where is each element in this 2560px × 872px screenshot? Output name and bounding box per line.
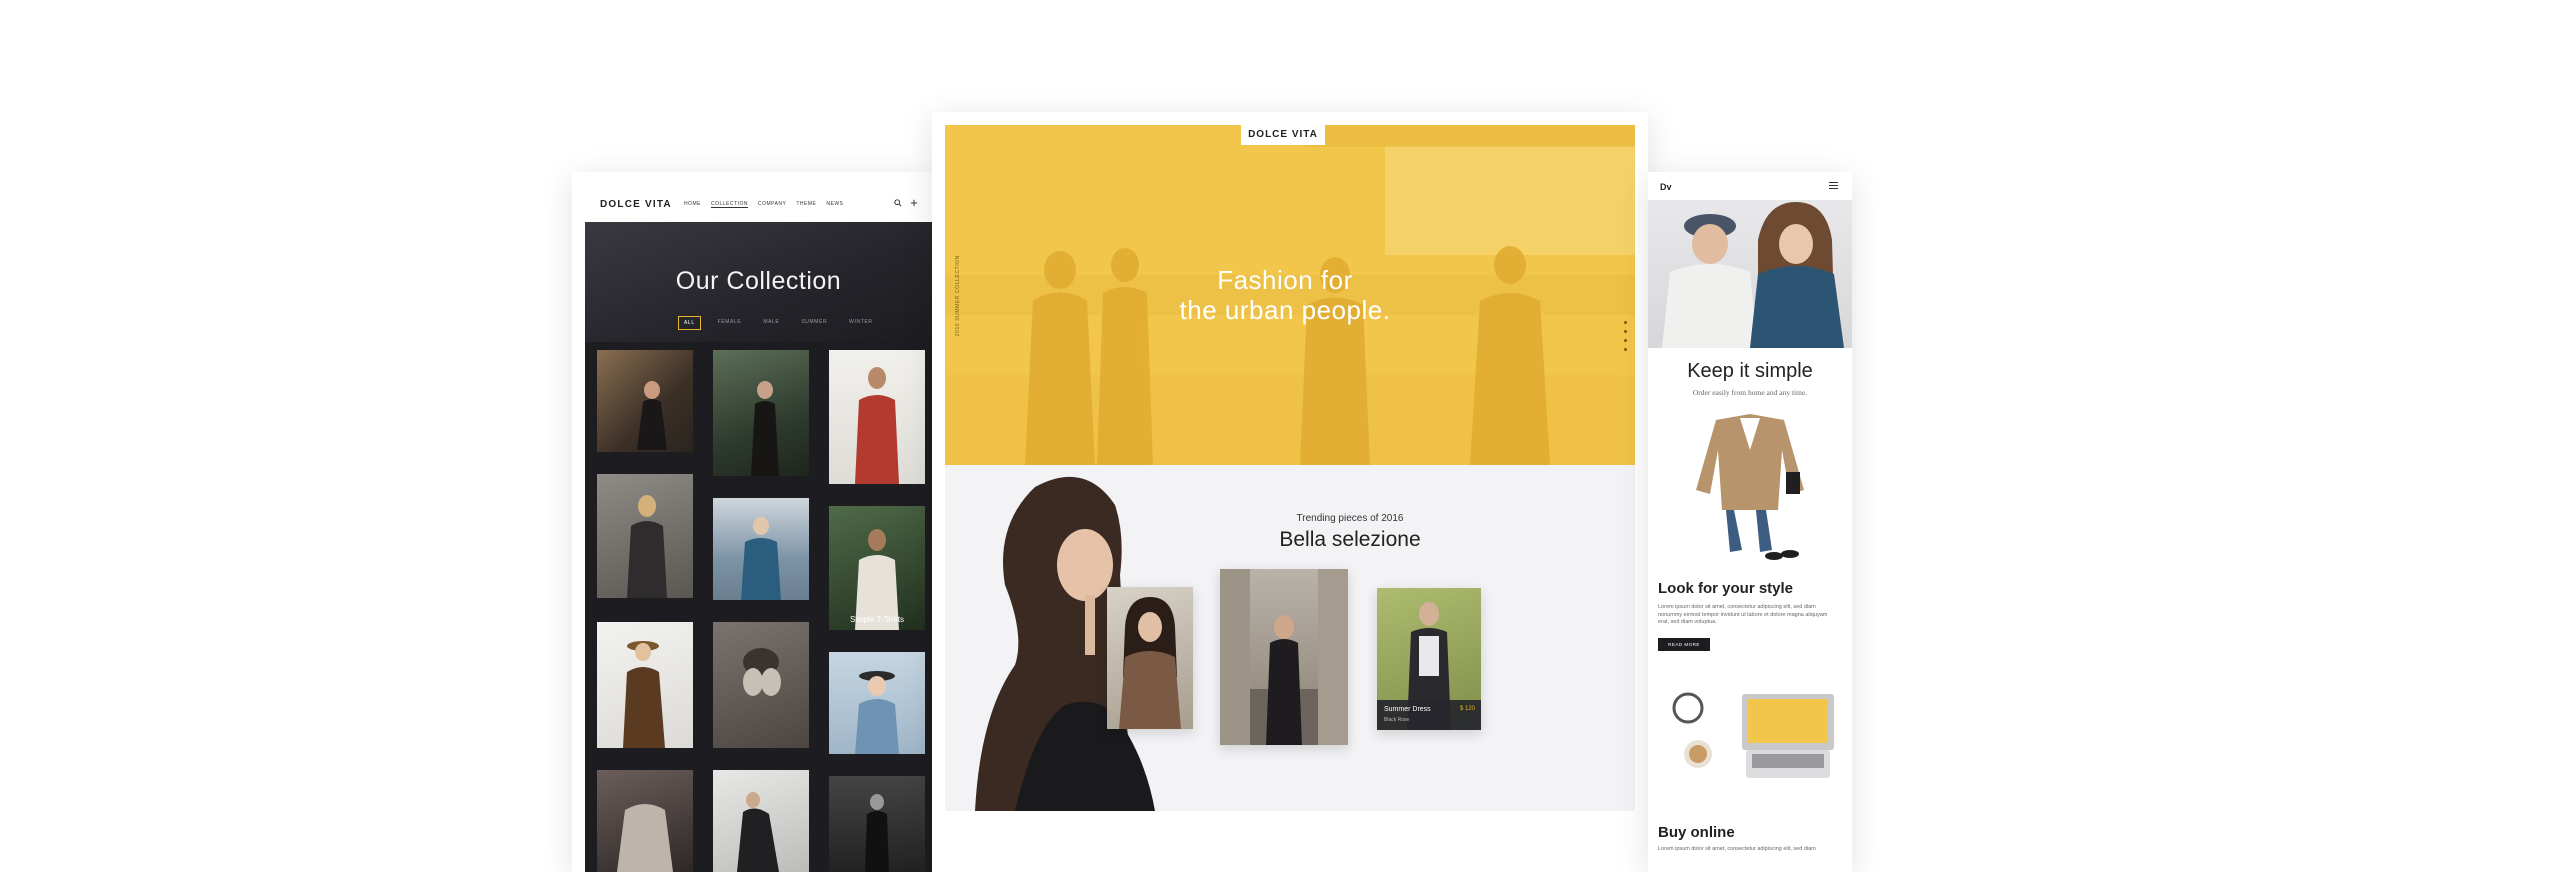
side-vertical-text: 2016 SUMMER COLLECTION [955,255,961,337]
mobile-heading-buy-online: Buy online [1658,824,1735,841]
section-kicker: Trending pieces of 2016 [1296,513,1404,524]
mobile-logo[interactable]: Dv [1660,182,1672,192]
collection-section: Our Collection ALL FEMALE MALE SUMMER WI… [585,222,932,872]
trending-section: Trending pieces of 2016 Bella selezione … [945,465,1635,811]
plus-icon[interactable] [910,199,918,209]
product-thumb[interactable] [597,622,693,748]
mobile-heading-style: Look for your style [1658,580,1794,597]
mobile-body-text: Lorem ipsum dolor sit amet, consectetur … [1658,604,1828,625]
search-icon[interactable] [894,199,902,209]
filter-winter[interactable]: WINTER [844,316,877,330]
product-thumb[interactable]: Simple T-Shirts [829,506,925,630]
product-thumb[interactable] [713,770,809,872]
filter-summer[interactable]: SUMMER [796,316,832,330]
nav-item-home[interactable]: HOME [684,201,701,208]
product-card[interactable]: Summer Dress Black Rose $ 120 [1377,588,1481,730]
hero-headline-line2: the urban people. [1179,295,1391,325]
product-thumb[interactable] [829,350,925,484]
header-tools [894,199,918,209]
nav-item-collection[interactable]: COLLECTION [711,201,748,208]
slider-pagination [1624,321,1627,351]
slider-dot[interactable] [1624,348,1627,351]
filter-male[interactable]: MALE [758,316,784,330]
collection-title: Our Collection [675,267,842,295]
site-logo[interactable]: DOLCE VITA [600,199,672,210]
mobile-header: Dv [1648,172,1852,202]
nav-item-news[interactable]: NEWS [826,201,843,208]
mobile-subheading: Order easily from home and any time. [1692,388,1808,397]
product-thumb[interactable] [597,474,693,598]
site-header: DOLCE VITA HOME COLLECTION COMPANY THEME… [572,172,932,222]
mobile-heading-keep-simple: Keep it simple [1687,360,1813,382]
slider-dot[interactable] [1624,321,1627,324]
filter-all[interactable]: ALL [678,316,701,330]
filter-female[interactable]: FEMALE [713,316,747,330]
hamburger-menu-icon[interactable] [1829,181,1838,191]
main-nav: HOME COLLECTION COMPANY THEME NEWS [684,201,843,208]
collection-page-preview: DOLCE VITA HOME COLLECTION COMPANY THEME… [572,172,932,872]
mobile-hero-photo [1648,200,1852,348]
product-card-subtitle: Black Rose [1384,717,1410,723]
product-card-title: Summer Dress [1384,706,1431,713]
product-thumb[interactable] [713,350,809,476]
hero-headline-line1: Fashion for [1217,265,1353,295]
product-thumb[interactable] [597,350,693,452]
product-thumb[interactable] [713,498,809,600]
mobile-page-preview: Dv Keep it simple Order easily from home… [1648,172,1852,872]
home-page-preview: DOLCE VITA 2016 SUMMER COLLECTION Fashio… [932,112,1648,872]
site-logo[interactable]: DOLCE VITA [1241,125,1325,145]
read-more-button[interactable]: READ MORE [1658,638,1710,651]
product-thumb[interactable] [713,622,809,748]
hero-headline: Fashion for the urban people. [1135,265,1435,325]
product-card-caption: Summer Dress Black Rose $ 120 [1377,700,1481,730]
product-thumb[interactable] [829,776,925,872]
product-card[interactable] [1107,587,1193,729]
flatlay-jacket-image [1696,414,1804,560]
product-card-price: $ 120 [1459,706,1475,712]
product-card[interactable] [1220,569,1348,745]
slider-dot[interactable] [1624,330,1627,333]
laptop-flatlay-image [1672,692,1834,778]
collection-filters: ALL FEMALE MALE SUMMER WINTER [678,316,878,330]
section-title: Bella selezione [1279,528,1421,551]
nav-item-company[interactable]: COMPANY [758,201,786,208]
product-thumb[interactable] [829,652,925,754]
slider-dot[interactable] [1624,339,1627,342]
hero-banner: DOLCE VITA 2016 SUMMER COLLECTION Fashio… [945,125,1635,465]
nav-item-theme[interactable]: THEME [796,201,816,208]
thumb-caption: Simple T-Shirts [849,615,905,624]
product-thumb[interactable] [597,770,693,872]
